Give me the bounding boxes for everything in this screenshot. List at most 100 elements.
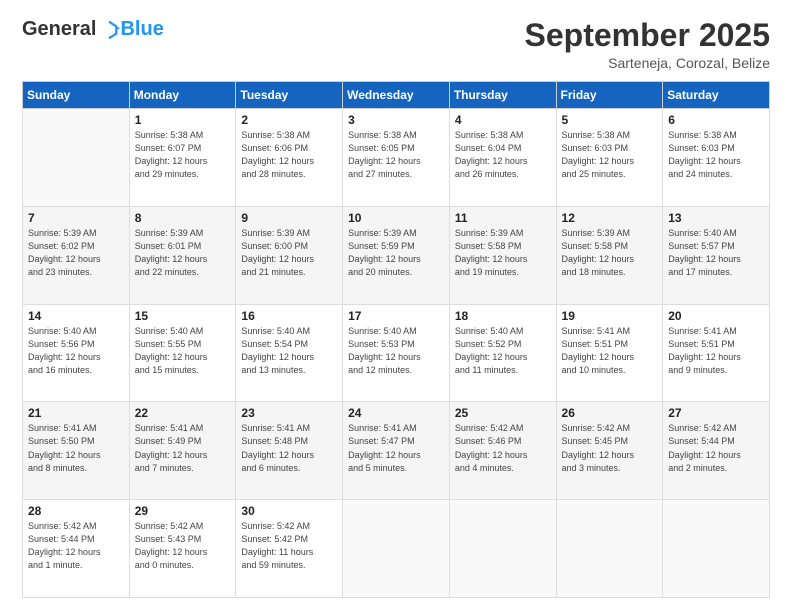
- day-info: Sunrise: 5:41 AM Sunset: 5:51 PM Dayligh…: [562, 325, 658, 377]
- day-info: Sunrise: 5:39 AM Sunset: 6:01 PM Dayligh…: [135, 227, 231, 279]
- day-number: 24: [348, 406, 444, 420]
- calendar-day-1: 1 Sunrise: 5:38 AM Sunset: 6:07 PM Daylig…: [129, 109, 236, 207]
- day-info: Sunrise: 5:41 AM Sunset: 5:51 PM Dayligh…: [668, 325, 764, 377]
- day-number: 21: [28, 406, 124, 420]
- day-number: 8: [135, 211, 231, 225]
- page: General Blue September 2025 Sarteneja, C…: [0, 0, 792, 612]
- day-number: 14: [28, 309, 124, 323]
- day-header-sunday: Sunday: [23, 82, 130, 109]
- calendar-day-7: 7 Sunrise: 5:39 AM Sunset: 6:02 PM Daylig…: [23, 206, 130, 304]
- day-number: 26: [562, 406, 658, 420]
- calendar-day-12: 12 Sunrise: 5:39 AM Sunset: 5:58 PM Dayli…: [556, 206, 663, 304]
- day-number: 18: [455, 309, 551, 323]
- day-number: 10: [348, 211, 444, 225]
- calendar-day-25: 25 Sunrise: 5:42 AM Sunset: 5:46 PM Dayli…: [449, 402, 556, 500]
- calendar-day-8: 8 Sunrise: 5:39 AM Sunset: 6:01 PM Daylig…: [129, 206, 236, 304]
- day-info: Sunrise: 5:40 AM Sunset: 5:56 PM Dayligh…: [28, 325, 124, 377]
- calendar-day-18: 18 Sunrise: 5:40 AM Sunset: 5:52 PM Dayli…: [449, 304, 556, 402]
- day-number: 27: [668, 406, 764, 420]
- calendar-day-26: 26 Sunrise: 5:42 AM Sunset: 5:45 PM Dayli…: [556, 402, 663, 500]
- month-title: September 2025: [525, 18, 770, 53]
- day-info: Sunrise: 5:41 AM Sunset: 5:47 PM Dayligh…: [348, 422, 444, 474]
- day-info: Sunrise: 5:38 AM Sunset: 6:05 PM Dayligh…: [348, 129, 444, 181]
- calendar-day-27: 27 Sunrise: 5:42 AM Sunset: 5:44 PM Dayli…: [663, 402, 770, 500]
- calendar-day-23: 23 Sunrise: 5:41 AM Sunset: 5:48 PM Dayli…: [236, 402, 343, 500]
- calendar-week-row: 7 Sunrise: 5:39 AM Sunset: 6:02 PM Daylig…: [23, 206, 770, 304]
- day-info: Sunrise: 5:40 AM Sunset: 5:55 PM Dayligh…: [135, 325, 231, 377]
- day-number: 13: [668, 211, 764, 225]
- day-info: Sunrise: 5:40 AM Sunset: 5:54 PM Dayligh…: [241, 325, 337, 377]
- calendar-day-empty: [663, 500, 770, 598]
- day-number: 16: [241, 309, 337, 323]
- day-info: Sunrise: 5:41 AM Sunset: 5:49 PM Dayligh…: [135, 422, 231, 474]
- calendar-table: SundayMondayTuesdayWednesdayThursdayFrid…: [22, 81, 770, 598]
- day-header-wednesday: Wednesday: [343, 82, 450, 109]
- day-info: Sunrise: 5:39 AM Sunset: 6:02 PM Dayligh…: [28, 227, 124, 279]
- day-number: 12: [562, 211, 658, 225]
- calendar-day-13: 13 Sunrise: 5:40 AM Sunset: 5:57 PM Dayli…: [663, 206, 770, 304]
- day-number: 17: [348, 309, 444, 323]
- day-header-thursday: Thursday: [449, 82, 556, 109]
- calendar-day-22: 22 Sunrise: 5:41 AM Sunset: 5:49 PM Dayli…: [129, 402, 236, 500]
- logo: General Blue: [22, 18, 164, 41]
- day-info: Sunrise: 5:39 AM Sunset: 6:00 PM Dayligh…: [241, 227, 337, 279]
- day-info: Sunrise: 5:40 AM Sunset: 5:57 PM Dayligh…: [668, 227, 764, 279]
- day-info: Sunrise: 5:42 AM Sunset: 5:44 PM Dayligh…: [28, 520, 124, 572]
- calendar-day-15: 15 Sunrise: 5:40 AM Sunset: 5:55 PM Dayli…: [129, 304, 236, 402]
- day-number: 11: [455, 211, 551, 225]
- day-header-saturday: Saturday: [663, 82, 770, 109]
- day-info: Sunrise: 5:39 AM Sunset: 5:58 PM Dayligh…: [562, 227, 658, 279]
- calendar-day-empty: [23, 109, 130, 207]
- day-number: 20: [668, 309, 764, 323]
- day-info: Sunrise: 5:40 AM Sunset: 5:52 PM Dayligh…: [455, 325, 551, 377]
- calendar-day-21: 21 Sunrise: 5:41 AM Sunset: 5:50 PM Dayli…: [23, 402, 130, 500]
- day-header-friday: Friday: [556, 82, 663, 109]
- day-info: Sunrise: 5:39 AM Sunset: 5:58 PM Dayligh…: [455, 227, 551, 279]
- day-number: 2: [241, 113, 337, 127]
- calendar-day-empty: [556, 500, 663, 598]
- calendar-day-10: 10Sunrise: 5:39 AM Sunset: 5:59 PM Dayli…: [343, 206, 450, 304]
- day-info: Sunrise: 5:38 AM Sunset: 6:06 PM Dayligh…: [241, 129, 337, 181]
- day-number: 3: [348, 113, 444, 127]
- day-number: 19: [562, 309, 658, 323]
- calendar-week-row: 1 Sunrise: 5:38 AM Sunset: 6:07 PM Daylig…: [23, 109, 770, 207]
- calendar-day-empty: [343, 500, 450, 598]
- day-number: 23: [241, 406, 337, 420]
- day-info: Sunrise: 5:42 AM Sunset: 5:44 PM Dayligh…: [668, 422, 764, 474]
- calendar-week-row: 21 Sunrise: 5:41 AM Sunset: 5:50 PM Dayli…: [23, 402, 770, 500]
- day-number: 9: [241, 211, 337, 225]
- day-number: 15: [135, 309, 231, 323]
- day-info: Sunrise: 5:41 AM Sunset: 5:50 PM Dayligh…: [28, 422, 124, 474]
- day-info: Sunrise: 5:38 AM Sunset: 6:07 PM Dayligh…: [135, 129, 231, 181]
- calendar-day-9: 9 Sunrise: 5:39 AM Sunset: 6:00 PM Daylig…: [236, 206, 343, 304]
- calendar-day-3: 3 Sunrise: 5:38 AM Sunset: 6:05 PM Daylig…: [343, 109, 450, 207]
- day-number: 1: [135, 113, 231, 127]
- calendar-header-row: SundayMondayTuesdayWednesdayThursdayFrid…: [23, 82, 770, 109]
- calendar-day-11: 11 Sunrise: 5:39 AM Sunset: 5:58 PM Dayli…: [449, 206, 556, 304]
- day-info: Sunrise: 5:40 AM Sunset: 5:53 PM Dayligh…: [348, 325, 444, 377]
- day-number: 5: [562, 113, 658, 127]
- day-info: Sunrise: 5:38 AM Sunset: 6:03 PM Dayligh…: [562, 129, 658, 181]
- logo-blue-text: Blue: [120, 18, 163, 41]
- day-info: Sunrise: 5:42 AM Sunset: 5:46 PM Dayligh…: [455, 422, 551, 474]
- calendar-day-6: 6 Sunrise: 5:38 AM Sunset: 6:03 PM Daylig…: [663, 109, 770, 207]
- day-number: 28: [28, 504, 124, 518]
- calendar-day-empty: [449, 500, 556, 598]
- day-number: 7: [28, 211, 124, 225]
- day-number: 6: [668, 113, 764, 127]
- day-number: 25: [455, 406, 551, 420]
- logo-general-text: General: [22, 18, 96, 41]
- calendar-day-5: 5 Sunrise: 5:38 AM Sunset: 6:03 PM Daylig…: [556, 109, 663, 207]
- calendar-day-17: 17 Sunrise: 5:40 AM Sunset: 5:53 PM Dayli…: [343, 304, 450, 402]
- day-info: Sunrise: 5:38 AM Sunset: 6:03 PM Dayligh…: [668, 129, 764, 181]
- calendar-day-19: 19 Sunrise: 5:41 AM Sunset: 5:51 PM Dayli…: [556, 304, 663, 402]
- day-info: Sunrise: 5:41 AM Sunset: 5:48 PM Dayligh…: [241, 422, 337, 474]
- day-number: 22: [135, 406, 231, 420]
- day-number: 30: [241, 504, 337, 518]
- calendar-week-row: 14 Sunrise: 5:40 AM Sunset: 5:56 PM Dayli…: [23, 304, 770, 402]
- header: General Blue September 2025 Sarteneja, C…: [22, 18, 770, 71]
- calendar-day-4: 4Sunrise: 5:38 AM Sunset: 6:04 PM Daylig…: [449, 109, 556, 207]
- day-info: Sunrise: 5:42 AM Sunset: 5:42 PM Dayligh…: [241, 520, 337, 572]
- calendar-day-29: 29Sunrise: 5:42 AM Sunset: 5:43 PM Dayli…: [129, 500, 236, 598]
- day-info: Sunrise: 5:42 AM Sunset: 5:45 PM Dayligh…: [562, 422, 658, 474]
